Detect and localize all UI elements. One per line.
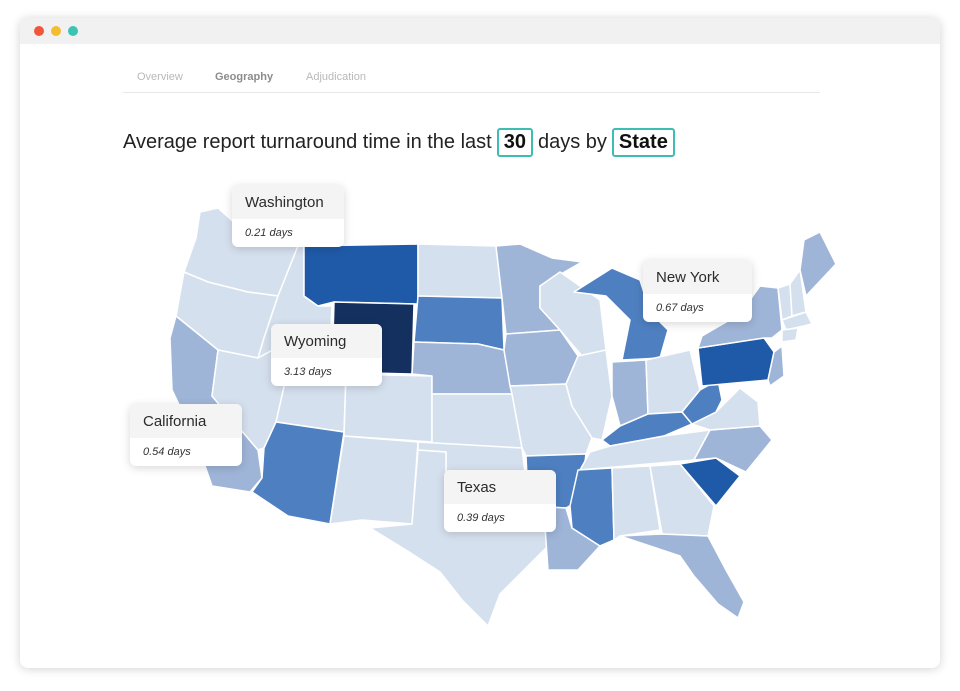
callout-washington: Washington 0.21 days xyxy=(232,185,344,247)
callout-state-name: Washington xyxy=(232,185,344,219)
state-kansas[interactable] xyxy=(431,393,523,449)
callout-new-york: New York 0.67 days xyxy=(643,260,752,322)
callout-wyoming: Wyoming 3.13 days xyxy=(271,324,382,386)
callout-value: 3.13 days xyxy=(284,366,332,378)
callout-state-name: California xyxy=(130,404,242,438)
us-states-map xyxy=(169,207,837,627)
callout-texas: Texas 0.39 days xyxy=(444,470,556,532)
callout-value: 0.54 days xyxy=(143,446,191,458)
state-florida[interactable] xyxy=(619,533,745,619)
callout-value: 0.39 days xyxy=(457,512,505,524)
callout-value: 0.21 days xyxy=(245,227,293,239)
state-maine[interactable] xyxy=(799,231,837,297)
callout-state-name: Texas xyxy=(444,470,556,504)
state-connecticut[interactable] xyxy=(781,327,799,343)
state-new-mexico[interactable] xyxy=(329,435,419,525)
callout-value: 0.67 days xyxy=(656,302,704,314)
callout-state-name: Wyoming xyxy=(271,324,382,358)
callout-california: California 0.54 days xyxy=(130,404,242,466)
state-montana[interactable] xyxy=(303,243,419,307)
callout-state-name: New York xyxy=(643,260,752,294)
state-north-dakota[interactable] xyxy=(417,243,503,299)
